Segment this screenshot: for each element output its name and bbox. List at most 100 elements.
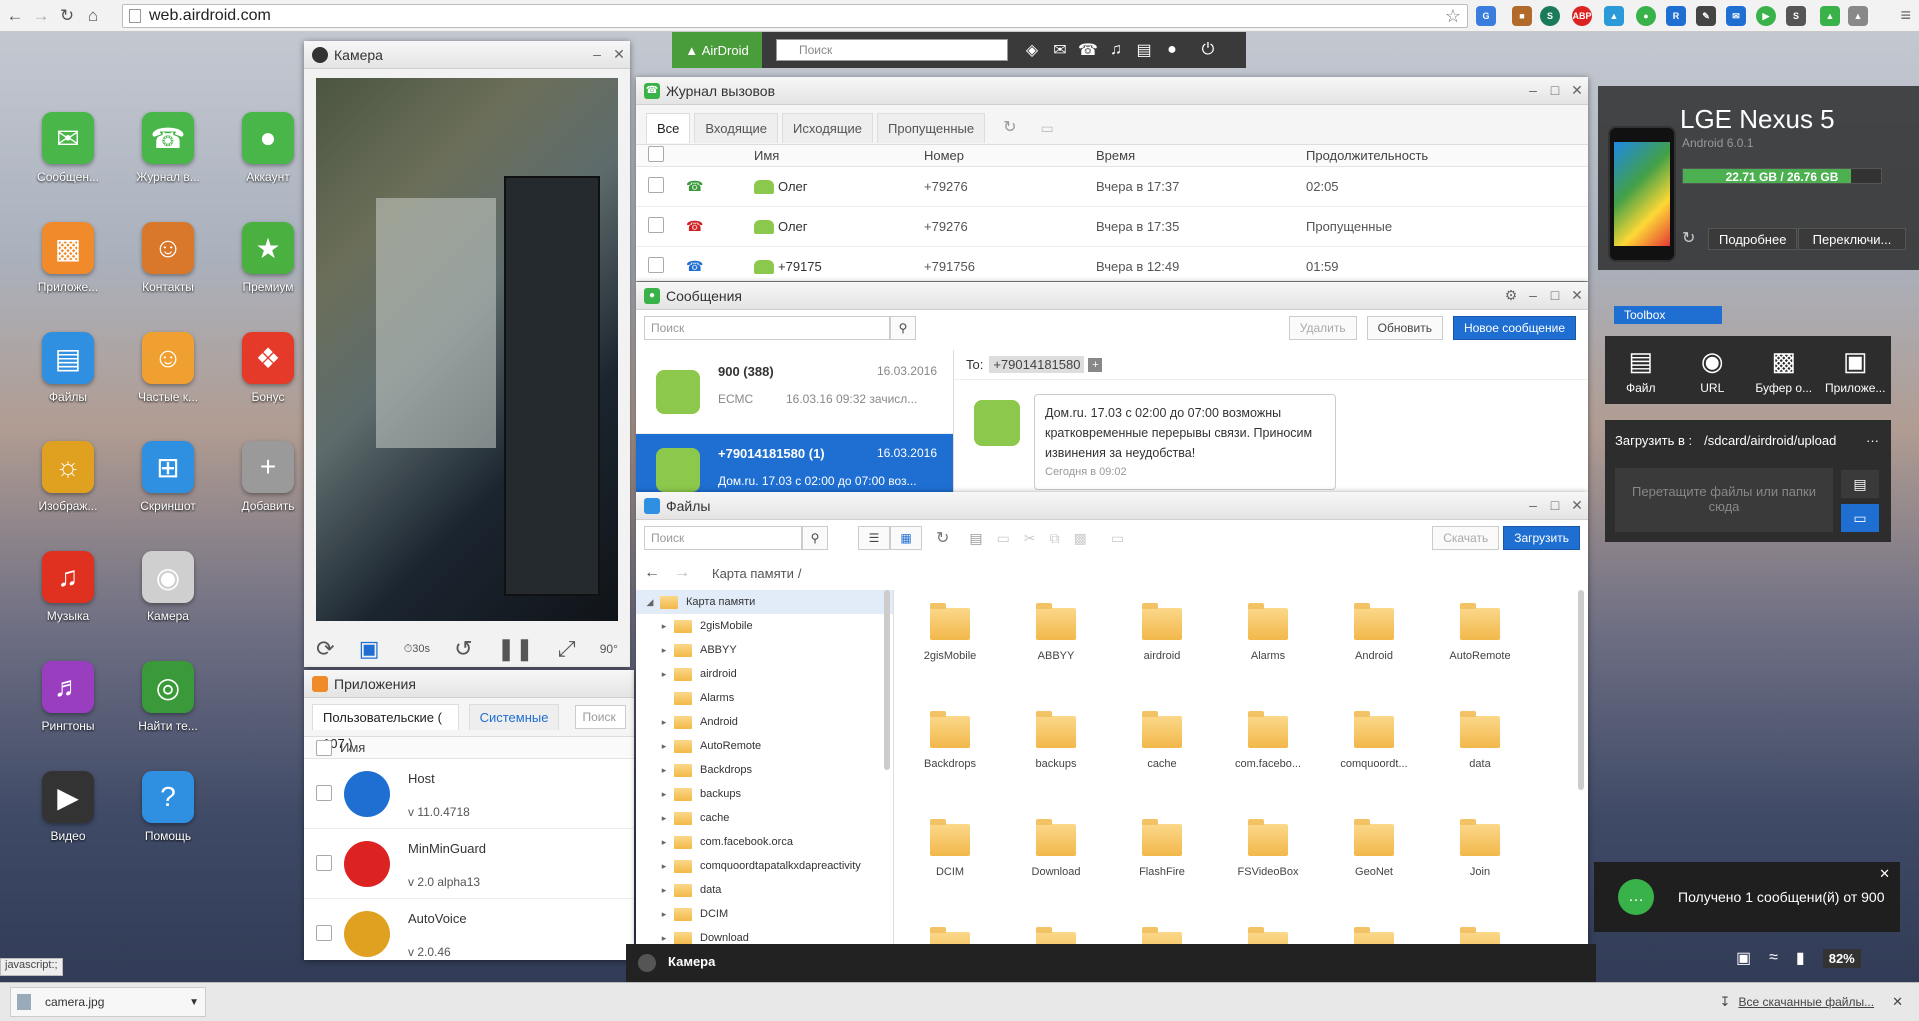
speed-icon[interactable]: ◈ [1018,40,1046,60]
user-icon[interactable]: ● [1158,41,1186,59]
desktop-icon[interactable]: ▶ Видео [18,771,118,843]
call-select-all[interactable] [648,146,664,162]
timer-icon[interactable]: ⏱30s [404,643,430,656]
file-item[interactable]: comquoordt... [1324,711,1424,770]
call-row[interactable]: ☎ Олег +79276 Вчера в 17:35 Пропущенные [636,207,1588,247]
delete-icon[interactable]: ▭ [1111,530,1124,547]
power-icon[interactable]: ⏻ [1194,41,1222,59]
breadcrumb[interactable]: Карта памяти [712,566,794,581]
row-checkbox[interactable] [316,855,332,871]
file-item[interactable]: Android [1324,603,1424,662]
desktop-icon[interactable]: ☺ Контакты [118,222,218,294]
file-item[interactable]: airdroid [1112,603,1212,662]
minimize-button[interactable]: – [1522,497,1544,514]
close-button[interactable]: ✕ [1566,82,1588,99]
pause-icon[interactable]: ❚❚ [497,636,534,662]
bell-icon[interactable]: ♫ [1102,41,1130,59]
minimize-button[interactable]: – [586,46,608,63]
file-item[interactable]: FlashFire [1112,819,1212,878]
expand-arrow-icon[interactable]: ▸ [658,789,670,800]
expand-arrow-icon[interactable]: ▸ [658,885,670,896]
messages-search-input[interactable]: Поиск [644,316,890,340]
desktop-icon[interactable]: ▩ Приложе... [18,222,118,294]
paste-icon[interactable]: ▩ [1074,530,1087,547]
tab-all[interactable]: Все [646,113,691,143]
apps-select-all[interactable] [316,739,332,756]
extension-icon[interactable]: ▲ [1820,6,1840,26]
taskbar-camera-label[interactable]: Камера [668,954,715,969]
row-checkbox[interactable] [648,217,664,233]
tab-user-apps[interactable]: Пользовательские ( 107 ) [312,704,459,751]
minimize-button[interactable]: – [1522,82,1544,99]
file-item[interactable] [1112,927,1212,944]
file-item[interactable] [1006,927,1106,944]
file-item[interactable]: backups [1006,711,1106,770]
phone-icon[interactable]: ☎ [1074,40,1102,60]
expand-arrow-icon[interactable]: ▸ [658,741,670,752]
extension-icon[interactable]: ● [1636,6,1656,26]
tree-item[interactable]: ▸ comquoordtapatalkxdapreactivity [636,854,893,878]
expand-arrow-icon[interactable]: ▸ [658,813,670,824]
desktop-icon[interactable]: ✉ Сообщен... [18,112,118,184]
download-button[interactable]: Скачать [1432,526,1500,550]
call-row[interactable]: ☎ +79175 +791756 Вчера в 12:49 01:59 [636,247,1588,281]
fullscreen-icon[interactable]: ⤢ [558,636,576,662]
file-item[interactable]: cache [1112,711,1212,770]
toolbox-item[interactable]: ▤ Файл [1608,346,1674,395]
upload-folder-icon[interactable]: ▤ [1841,470,1879,498]
grid-view-icon[interactable]: ▦ [890,526,922,550]
file-item[interactable]: Join [1430,819,1530,878]
mail-icon[interactable]: ✉ [1046,40,1074,60]
adblock-icon[interactable]: ABP [1572,6,1592,26]
file-item[interactable]: 2gisMobile [900,603,1000,662]
messages-titlebar[interactable]: ● Сообщения ⚙ – □ ✕ [636,282,1588,310]
play-extension-icon[interactable]: ▶ [1756,6,1776,26]
file-item[interactable]: AutoRemote [1430,603,1530,662]
tree-item[interactable]: ▸ Backdrops [636,758,893,782]
toolbox-item[interactable]: ▣ Приложе... [1822,346,1888,395]
desktop-icon[interactable]: ? Помощь [118,771,218,843]
expand-arrow-icon[interactable]: ▸ [658,645,670,656]
file-item[interactable]: GeoNet [1324,819,1424,878]
expand-arrow-icon[interactable]: ▸ [658,669,670,680]
desktop-icon[interactable]: ♫ Музыка [18,551,118,623]
extension-icon[interactable]: ✎ [1696,6,1716,26]
app-row[interactable]: AutoVoice v 2.0.46 [304,899,634,960]
capture-icon[interactable]: ▣ [359,636,380,662]
forward-icon[interactable]: → [30,6,52,26]
upload-path[interactable]: /sdcard/airdroid/upload [1704,433,1836,448]
taskbar-camera-icon[interactable] [638,954,656,972]
thread-item-selected[interactable]: +79014181580 (1) 16.03.2016 Дом.ru. 17.0… [636,434,953,492]
new-message-button[interactable]: Новое сообщение [1452,316,1576,340]
maximize-button[interactable]: □ [1544,287,1566,304]
refresh-icon[interactable]: ↻ [1682,228,1695,248]
app-row[interactable]: MinMinGuard v 2.0 alpha13 [304,829,634,899]
row-checkbox[interactable] [648,177,664,193]
tab-outgoing[interactable]: Исходящие [782,113,874,143]
tree-item[interactable]: ▸ AutoRemote [636,734,893,758]
add-recipient-icon[interactable]: + [1088,357,1103,372]
back-icon[interactable]: ← [4,6,26,26]
tree-item[interactable]: ▸ Download [636,926,893,944]
tree-scrollbar[interactable] [884,590,890,770]
tab-missed[interactable]: Пропущенные [877,113,986,143]
tree-item[interactable]: ▸ DCIM [636,902,893,926]
desktop-icon[interactable]: ◎ Найти те... [118,661,218,733]
home-icon[interactable]: ⌂ [82,6,104,26]
bookmark-star-icon[interactable]: ☆ [1445,6,1461,27]
refresh-button[interactable]: Обновить [1366,316,1443,340]
upload-button[interactable]: Загрузить [1503,526,1580,550]
file-item[interactable]: Backdrops [900,711,1000,770]
extension-icon[interactable]: R [1666,6,1686,26]
tab-system-apps[interactable]: Системные [468,704,560,730]
row-checkbox[interactable] [648,257,664,273]
extension-icon[interactable]: S [1540,6,1560,26]
desktop-icon[interactable]: ☎ Журнал в... [118,112,218,184]
apps-search-input[interactable]: Поиск [575,705,626,729]
refresh-icon[interactable]: ↻ [1003,113,1016,144]
toolbox-item[interactable]: ▩ Буфер о... [1751,346,1817,395]
files-search-input[interactable]: Поиск [644,526,802,550]
all-downloads-link[interactable]: Все скачанные файлы... [1738,995,1874,1009]
file-item[interactable]: Download [1006,819,1106,878]
download-item[interactable]: camera.jpg ▼ [10,987,206,1017]
